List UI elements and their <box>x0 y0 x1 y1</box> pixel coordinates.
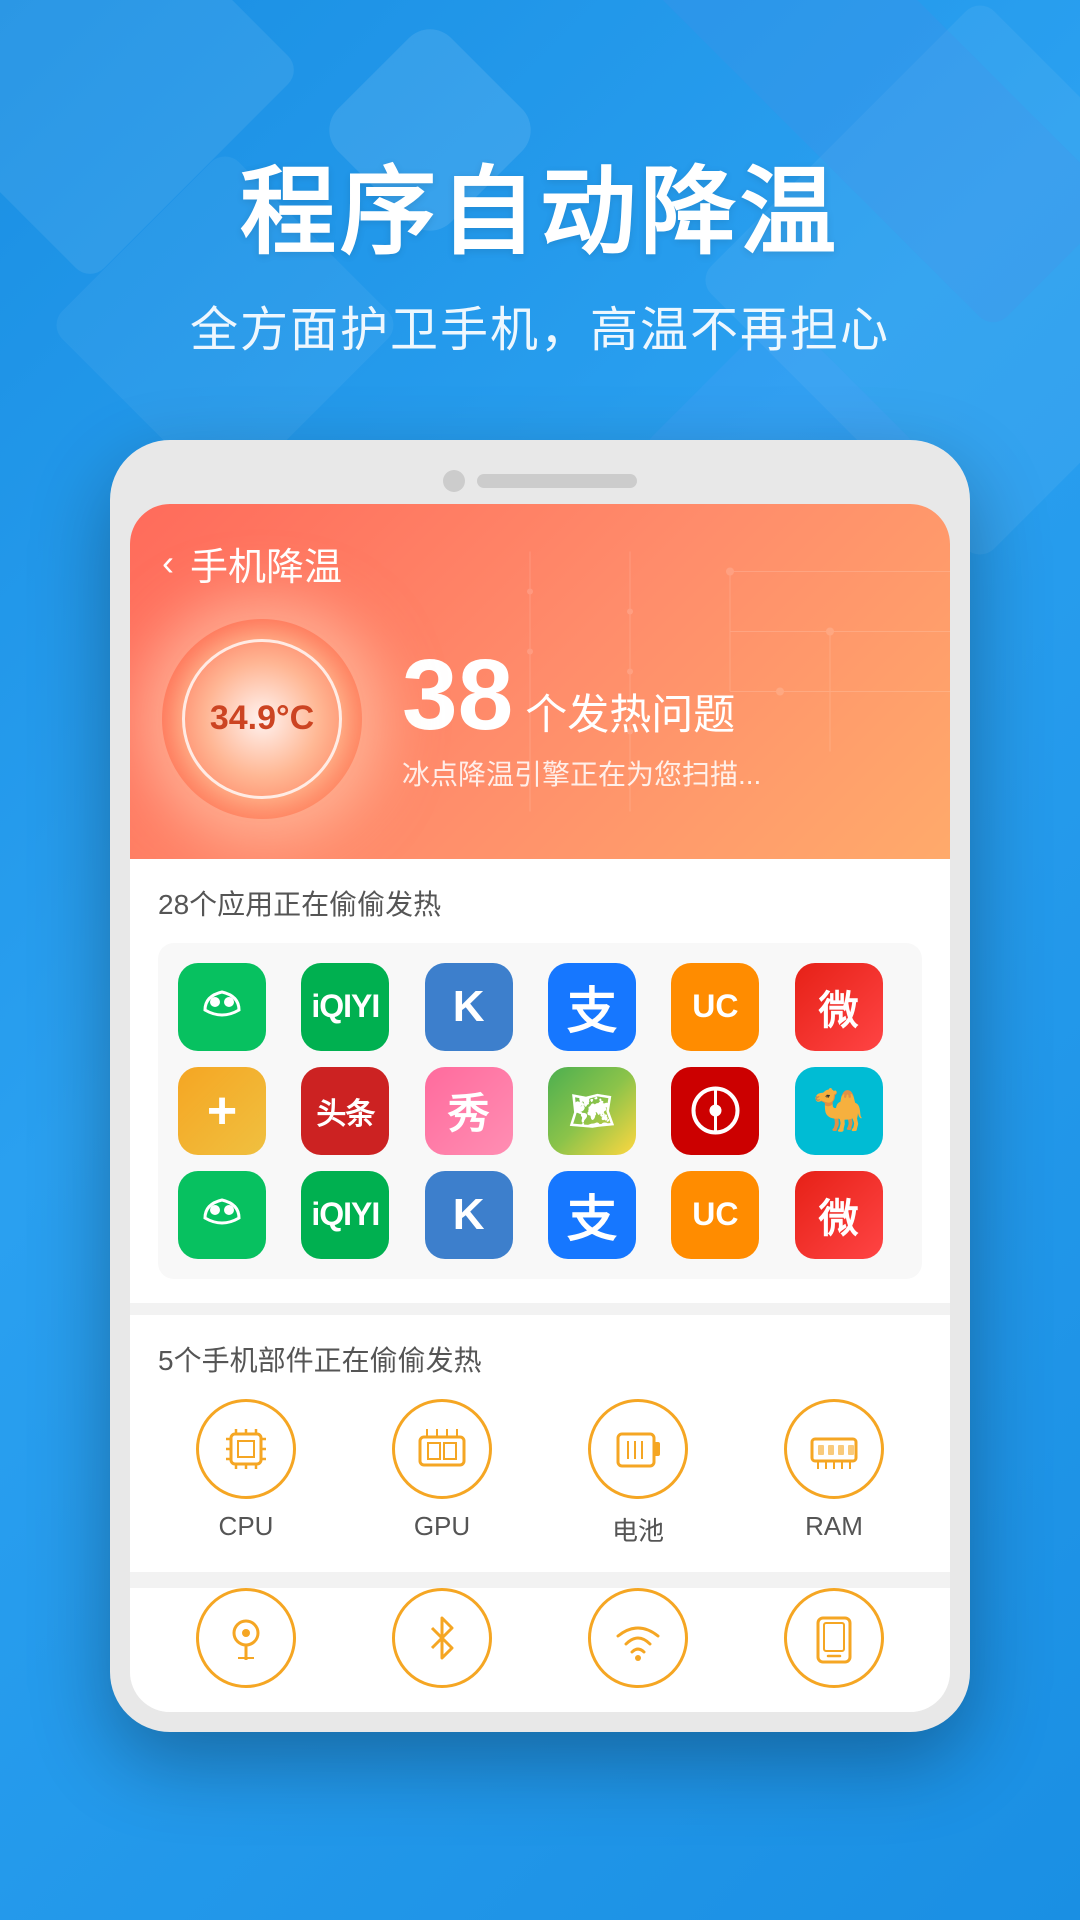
location-icon <box>196 1588 296 1688</box>
app-icon-weibo[interactable]: 微 <box>795 963 883 1051</box>
phone-top <box>130 470 950 492</box>
gpu-label: GPU <box>414 1511 470 1542</box>
phone-camera <box>443 470 465 492</box>
app-icon-netease[interactable] <box>671 1067 759 1155</box>
app-icon-alipay2[interactable]: 支 <box>548 1171 636 1259</box>
app-icon-toutiao[interactable]: 头条 <box>301 1067 389 1155</box>
component-gpu: GPU <box>354 1399 530 1548</box>
app-icon-kuwo[interactable]: K <box>425 963 513 1051</box>
component-ram: RAM <box>746 1399 922 1548</box>
app-icon-uc2[interactable]: UC <box>671 1171 759 1259</box>
app-section-label: 28个应用正在偷偷发热 <box>158 883 922 923</box>
app-header: ‹ 手机降温 34.9°C 38 个发热问题 冰点降温引擎正在为您扫描 <box>130 504 950 859</box>
ram-icon <box>784 1399 884 1499</box>
component-location <box>158 1588 334 1688</box>
gpu-icon <box>392 1399 492 1499</box>
wifi-icon <box>588 1588 688 1688</box>
app-grid: iQIYI K 支 UC 微 + <box>158 943 922 1279</box>
component-bluetooth <box>354 1588 530 1688</box>
app-icon-maps[interactable]: 🗺 <box>548 1067 636 1155</box>
temperature-display: 34.9°C <box>162 619 362 819</box>
ram-label: RAM <box>805 1511 863 1542</box>
component-screen <box>746 1588 922 1688</box>
app-icon-wechat[interactable] <box>178 963 266 1051</box>
component-battery: 电池 <box>550 1399 726 1548</box>
app-icon-camel[interactable]: 🐪 <box>795 1067 883 1155</box>
phone-screen: ‹ 手机降温 34.9°C 38 个发热问题 冰点降温引擎正在为您扫描 <box>130 504 950 1712</box>
page-content: 程序自动降温 全方面护卫手机，高温不再担心 <box>0 0 1080 1732</box>
bluetooth-icon <box>392 1588 492 1688</box>
cpu-icon <box>196 1399 296 1499</box>
sub-title: 全方面护卫手机，高温不再担心 <box>0 290 1080 360</box>
app-icon-iqiyi2[interactable]: iQIYI <box>301 1171 389 1259</box>
bottom-icons-row <box>130 1588 950 1712</box>
component-section-label: 5个手机部件正在偷偷发热 <box>158 1339 922 1379</box>
app-icon-weibo2[interactable]: 微 <box>795 1171 883 1259</box>
component-cpu: CPU <box>158 1399 334 1548</box>
screen-icon <box>784 1588 884 1688</box>
phone-mockup: ‹ 手机降温 34.9°C 38 个发热问题 冰点降温引擎正在为您扫描 <box>110 440 970 1732</box>
header-section: 程序自动降温 全方面护卫手机，高温不再担心 <box>0 0 1080 360</box>
component-grid: CPU <box>158 1399 922 1548</box>
temperature-value: 34.9°C <box>210 699 314 738</box>
cpu-label: CPU <box>219 1511 274 1542</box>
app-icon-alipay[interactable]: 支 <box>548 963 636 1051</box>
component-wifi <box>550 1588 726 1688</box>
app-icon-uc[interactable]: UC <box>671 963 759 1051</box>
app-icon-wechat2[interactable] <box>178 1171 266 1259</box>
app-icon-xiu[interactable]: 秀 <box>425 1067 513 1155</box>
app-icon-kuwo2[interactable]: K <box>425 1171 513 1259</box>
components-section: 5个手机部件正在偷偷发热 <box>130 1315 950 1572</box>
app-icon-health[interactable]: + <box>178 1067 266 1155</box>
battery-icon <box>588 1399 688 1499</box>
app-icon-iqiyi[interactable]: iQIYI <box>301 963 389 1051</box>
phone-speaker <box>477 474 637 488</box>
main-title: 程序自动降温 <box>0 160 1080 266</box>
app-list-section: 28个应用正在偷偷发热 iQIYI K 支 <box>130 859 950 1303</box>
battery-label: 电池 <box>612 1511 664 1548</box>
